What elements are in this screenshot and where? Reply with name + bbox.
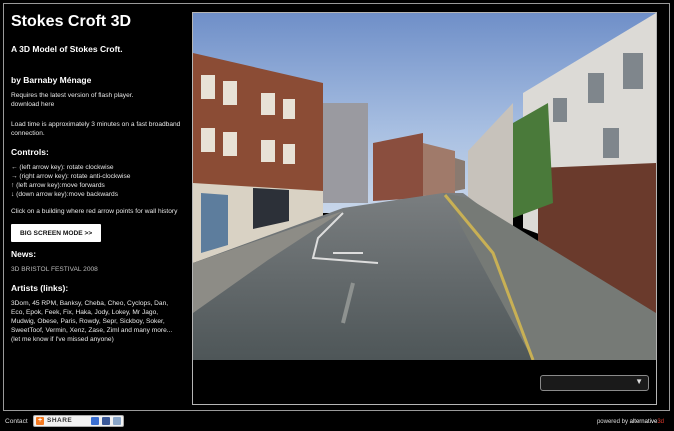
share-label: SHARE — [47, 417, 73, 424]
footer: Contact + SHARE powered by alternative3d — [0, 414, 674, 431]
far-building — [373, 133, 423, 201]
artists-heading: Artists (links): — [11, 283, 69, 293]
click-hint: Click on a building where red arrow poin… — [11, 208, 178, 215]
powered-prefix: powered by — [596, 419, 630, 425]
control-move-backwards: ↓ (down arrow key):move backwards — [11, 191, 119, 198]
delicious-icon — [91, 417, 99, 425]
news-item-link[interactable]: 3D BRISTOL FESTIVAL 2008 — [11, 265, 183, 274]
controls-list: ← (left arrow key): rotate clockwise → (… — [11, 163, 183, 199]
view-select-dropdown[interactable]: ▼ — [540, 375, 649, 391]
flash-viewer[interactable]: ▼ — [192, 12, 657, 405]
share-button[interactable]: + SHARE — [33, 415, 124, 427]
tree — [513, 103, 553, 218]
far-building — [423, 143, 455, 196]
author-line: by Barnaby Ménage — [11, 75, 92, 85]
page-title: Stokes Croft 3D — [11, 13, 132, 30]
flash-requirement: Requires the latest version of flash pla… — [11, 91, 183, 109]
control-rotate-anticlockwise: → (right arrow key): rotate anti-clockwi… — [11, 173, 131, 180]
sidebar: Stokes Croft 3D A 3D Model of Stokes Cro… — [11, 12, 183, 344]
brand-suffix: 3d — [657, 419, 664, 425]
shop-window — [201, 193, 228, 253]
control-rotate-clockwise: ← (left arrow key): rotate clockwise — [11, 164, 114, 171]
flash-requirement-text: Requires the latest version of flash pla… — [11, 92, 134, 99]
brand-name: alternative — [629, 419, 658, 425]
news-heading: News: — [11, 249, 37, 259]
powered-by[interactable]: powered by alternative3d — [597, 419, 664, 425]
share-plus-icon: + — [36, 417, 44, 425]
far-building — [455, 158, 465, 191]
artists-list[interactable]: 3Dom, 45 RPM, Banksy, Cheba, Cheo, Cyclo… — [11, 299, 183, 344]
chevron-down-icon: ▼ — [635, 377, 643, 386]
street-view-3d[interactable] — [193, 13, 656, 360]
bookmark-icon — [113, 417, 121, 425]
download-link[interactable]: download here — [11, 101, 54, 108]
control-move-forwards: ↑ (left arrow key):move forwards — [11, 182, 105, 189]
facebook-icon — [102, 417, 110, 425]
page-subtitle: A 3D Model of Stokes Croft. — [11, 44, 123, 54]
controls-heading: Controls: — [11, 147, 49, 157]
load-time-note: Load time is approximately 3 minutes on … — [11, 121, 181, 137]
big-screen-mode-button[interactable]: BIG SCREEN MODE >> — [11, 224, 102, 242]
contact-link[interactable]: Contact — [5, 418, 28, 425]
